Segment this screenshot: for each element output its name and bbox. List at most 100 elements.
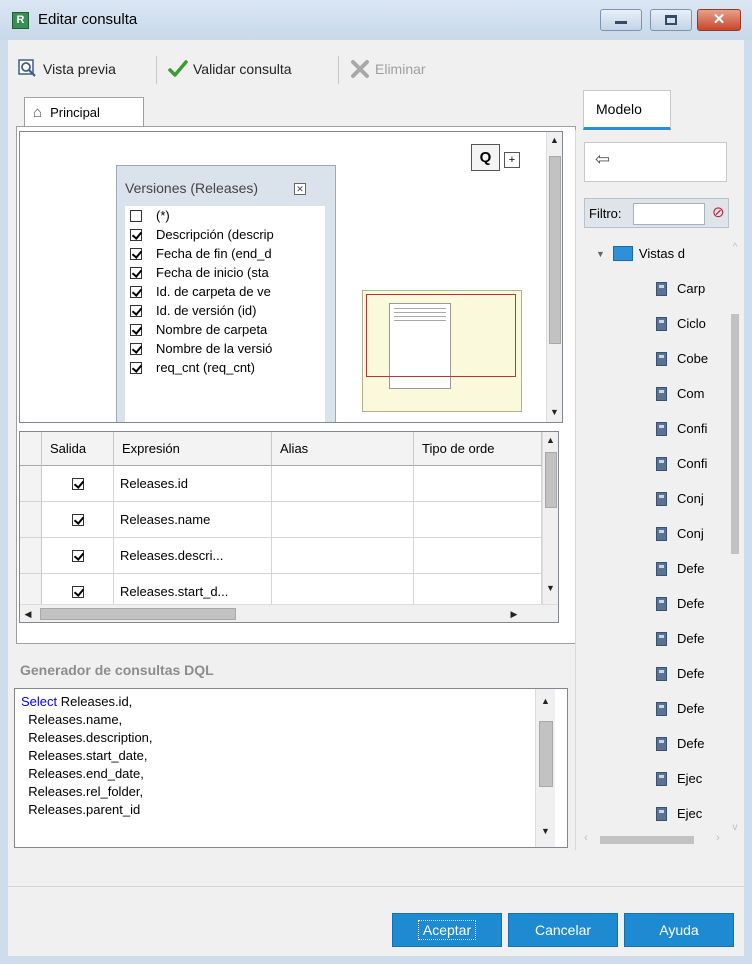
- expression-cell[interactable]: Releases.descri...: [114, 538, 272, 574]
- row-header[interactable]: [20, 502, 42, 538]
- sort-cell[interactable]: [414, 466, 542, 502]
- field-item[interactable]: Descripción (descrip: [125, 225, 325, 244]
- tree-item[interactable]: Conj: [656, 481, 704, 516]
- field-checkbox[interactable]: [130, 304, 142, 317]
- scroll-down-icon[interactable]: ▼: [547, 404, 562, 420]
- field-checkbox[interactable]: [130, 285, 142, 298]
- tree-item[interactable]: Conj: [656, 516, 704, 551]
- tree-root-node[interactable]: ▼ Vistas d: [596, 236, 685, 271]
- grid-vertical-scrollbar[interactable]: ▲ ▼: [542, 432, 558, 604]
- maximize-button[interactable]: [650, 9, 692, 31]
- field-item[interactable]: Fecha de inicio (sta: [125, 263, 325, 282]
- tree-item[interactable]: Com: [656, 376, 704, 411]
- dql-vertical-scrollbar[interactable]: ▲ ▼: [535, 689, 555, 847]
- dql-editor[interactable]: Select Releases.id, Releases.name, Relea…: [14, 688, 568, 848]
- scroll-thumb[interactable]: [600, 836, 694, 844]
- output-cell[interactable]: [42, 502, 114, 538]
- scroll-up-icon[interactable]: ▲: [536, 693, 555, 709]
- grid-horizontal-scrollbar[interactable]: ◀ ▶: [20, 604, 558, 622]
- grid-header-sort[interactable]: Tipo de orde: [414, 432, 542, 466]
- tab-modelo[interactable]: Modelo: [583, 90, 671, 130]
- output-checkbox[interactable]: [71, 585, 84, 598]
- row-header[interactable]: [20, 538, 42, 574]
- alias-cell[interactable]: [272, 466, 414, 502]
- tab-principal[interactable]: ⌂ Principal: [24, 97, 144, 127]
- scroll-down-icon[interactable]: ▼: [536, 823, 555, 839]
- field-checkbox[interactable]: [130, 323, 142, 336]
- scroll-thumb[interactable]: [40, 608, 236, 620]
- diagram-minimap[interactable]: [362, 290, 522, 412]
- tree-item[interactable]: Ejec: [656, 796, 702, 831]
- scroll-down-icon[interactable]: ▼: [543, 580, 558, 596]
- scroll-thumb[interactable]: [549, 156, 561, 344]
- diagram-vertical-scrollbar[interactable]: ▲ ▼: [546, 132, 562, 422]
- field-item[interactable]: Fecha de fin (end_d: [125, 244, 325, 263]
- expression-cell[interactable]: Releases.id: [114, 466, 272, 502]
- help-button[interactable]: Ayuda: [624, 913, 734, 947]
- tree-item[interactable]: Ejec: [656, 761, 702, 796]
- scroll-thumb[interactable]: [731, 314, 739, 554]
- expression-cell[interactable]: Releases.name: [114, 502, 272, 538]
- field-item[interactable]: req_cnt (req_cnt): [125, 358, 325, 377]
- scroll-thumb[interactable]: [539, 721, 553, 787]
- tree-item[interactable]: Defe: [656, 726, 704, 761]
- scroll-right-icon[interactable]: ▶: [506, 606, 522, 622]
- field-item[interactable]: Nombre de la versió: [125, 339, 325, 358]
- alias-cell[interactable]: [272, 502, 414, 538]
- sort-cell[interactable]: [414, 502, 542, 538]
- tree-item[interactable]: Defe: [656, 551, 704, 586]
- sort-cell[interactable]: [414, 538, 542, 574]
- tree-item[interactable]: Defe: [656, 691, 704, 726]
- field-checkbox[interactable]: [130, 228, 142, 241]
- tree-item[interactable]: Cobe: [656, 341, 708, 376]
- minimize-button[interactable]: [600, 9, 642, 31]
- scroll-up-icon[interactable]: ▲: [547, 132, 562, 148]
- filter-input[interactable]: [633, 203, 705, 225]
- query-diagram[interactable]: Q + Versiones (Releases) ✕ (*) Descripci…: [19, 131, 563, 423]
- cancel-button[interactable]: Cancelar: [508, 913, 618, 947]
- grid-header-output[interactable]: Salida: [42, 432, 114, 466]
- grid-header-alias[interactable]: Alias: [272, 432, 414, 466]
- tree-item[interactable]: Carp: [656, 271, 705, 306]
- tree-item[interactable]: Ciclo: [656, 306, 706, 341]
- validate-query-button[interactable]: Validar consulta: [168, 58, 292, 80]
- tree-item[interactable]: Defe: [656, 656, 704, 691]
- table-close-icon[interactable]: ✕: [294, 183, 306, 195]
- table-releases[interactable]: Versiones (Releases) ✕ (*) Descripción (…: [116, 165, 336, 422]
- minimap-viewport[interactable]: [366, 294, 516, 377]
- tree-item[interactable]: Confi: [656, 411, 707, 446]
- clear-filter-icon[interactable]: ⊘: [712, 203, 725, 221]
- output-checkbox[interactable]: [71, 477, 84, 490]
- tree-vertical-scrollbar[interactable]: ^ v: [729, 242, 741, 838]
- field-item[interactable]: Nombre de carpeta: [125, 320, 325, 339]
- field-checkbox[interactable]: [130, 342, 142, 355]
- delete-button[interactable]: Eliminar: [350, 58, 426, 80]
- grid-header-expression[interactable]: Expresión: [114, 432, 272, 466]
- scroll-down-icon[interactable]: v: [729, 822, 741, 833]
- scroll-right-icon[interactable]: ›: [716, 832, 720, 844]
- scroll-up-icon[interactable]: ▲: [543, 432, 558, 448]
- scroll-left-icon[interactable]: ‹: [584, 832, 588, 844]
- row-header[interactable]: [20, 466, 42, 502]
- add-table-button[interactable]: +: [504, 152, 520, 168]
- field-item[interactable]: Id. de versión (id): [125, 301, 325, 320]
- field-item[interactable]: (*): [125, 206, 325, 225]
- zoom-button[interactable]: Q: [471, 144, 500, 171]
- output-cell[interactable]: [42, 538, 114, 574]
- preview-button[interactable]: Vista previa: [18, 58, 116, 80]
- output-cell[interactable]: [42, 466, 114, 502]
- tree-item[interactable]: Defe: [656, 586, 704, 621]
- expand-arrow-icon[interactable]: ▼: [596, 249, 605, 259]
- output-checkbox[interactable]: [71, 549, 84, 562]
- scroll-up-icon[interactable]: ^: [729, 242, 741, 253]
- back-button[interactable]: ⇦: [584, 142, 727, 182]
- field-item[interactable]: Id. de carpeta de ve: [125, 282, 325, 301]
- field-checkbox[interactable]: [130, 247, 142, 260]
- accept-button[interactable]: Aceptar: [392, 913, 502, 947]
- field-checkbox[interactable]: [130, 209, 142, 222]
- scroll-thumb[interactable]: [545, 452, 557, 508]
- scroll-left-icon[interactable]: ◀: [20, 606, 36, 622]
- tree-item[interactable]: Confi: [656, 446, 707, 481]
- output-checkbox[interactable]: [71, 513, 84, 526]
- alias-cell[interactable]: [272, 538, 414, 574]
